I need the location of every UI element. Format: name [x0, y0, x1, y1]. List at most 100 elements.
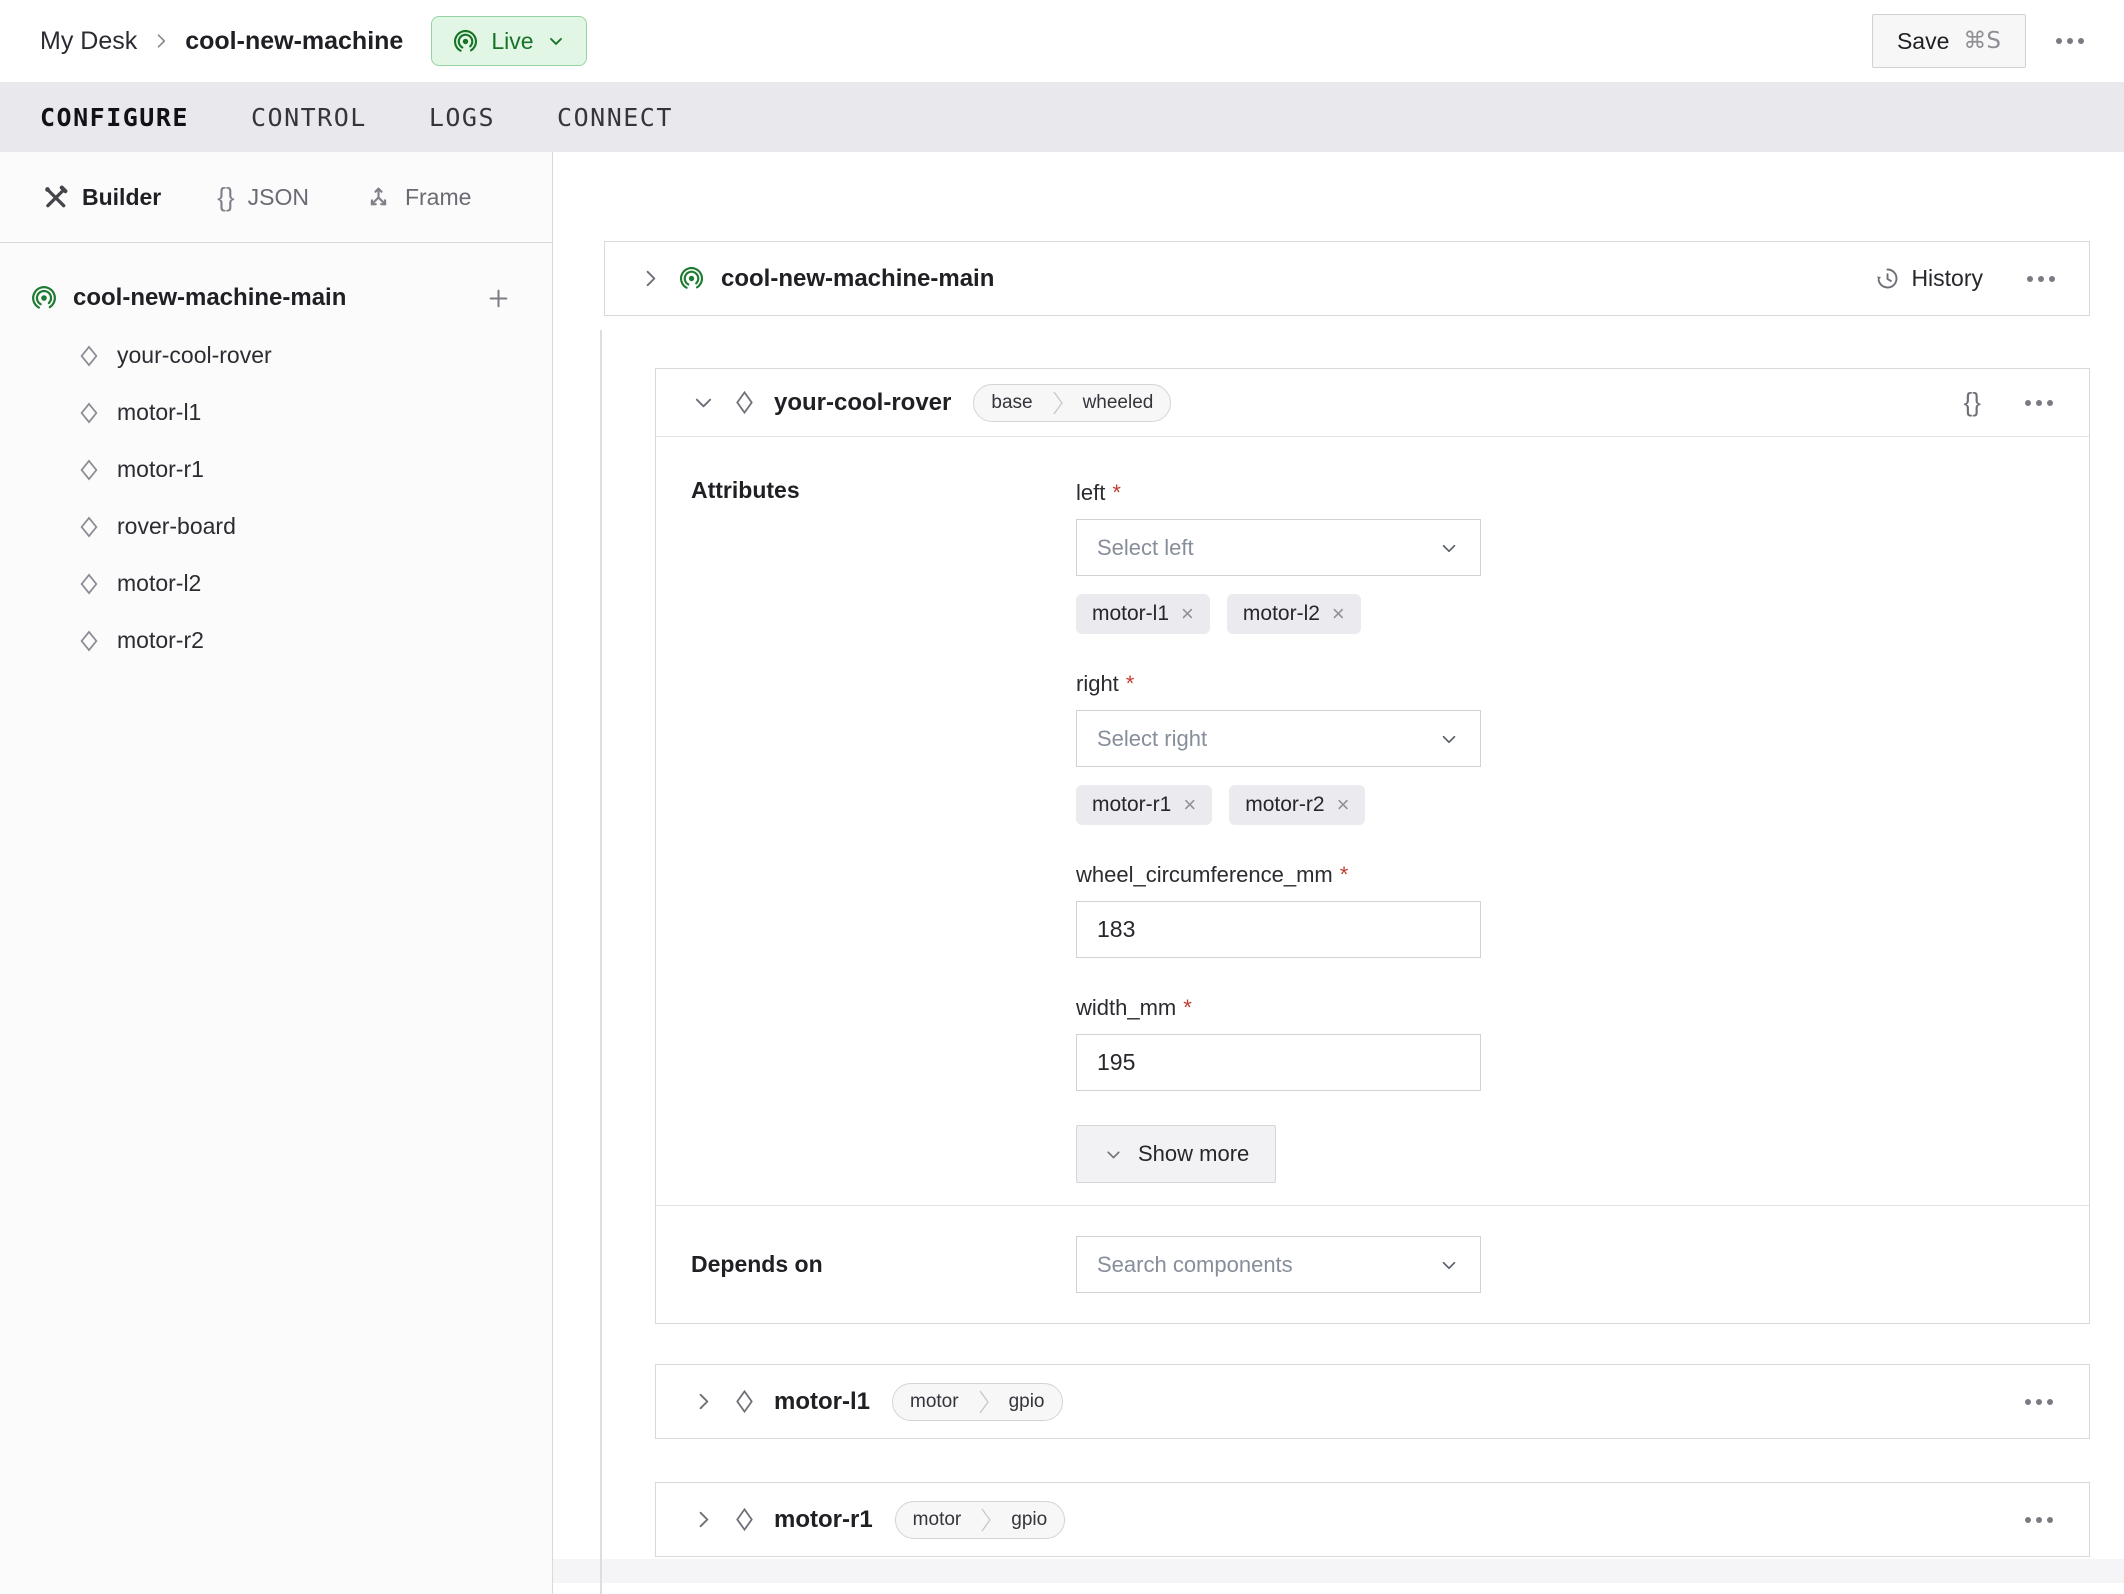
mode-json[interactable]: {} JSON: [217, 184, 309, 211]
mode-frame-label: Frame: [404, 183, 472, 210]
broadcast-icon: [678, 265, 705, 292]
live-status-dropdown[interactable]: Live: [431, 16, 587, 66]
tab-configure[interactable]: CONFIGURE: [40, 103, 189, 132]
component-card-your-cool-rover: your-cool-rover base wheeled {} Attribut…: [655, 368, 2090, 1324]
topbar-actions: Save ⌘S: [1871, 14, 2084, 68]
mode-frame[interactable]: Frame: [365, 184, 471, 211]
collapse-component-button[interactable]: [692, 391, 715, 414]
show-more-button[interactable]: Show more: [1076, 1125, 1277, 1183]
chip-label: motor-l1: [1092, 602, 1170, 625]
chip-motor-l2: motor-l2 ×: [1226, 594, 1361, 634]
depends-on-select[interactable]: Search components: [1076, 1236, 1481, 1293]
depends-on-section: Depends on Search components: [656, 1205, 2089, 1323]
ellipsis-icon: [2025, 1516, 2053, 1523]
component-type-tags: motor gpio: [892, 1382, 1063, 1421]
view-mode-switcher: Builder {} JSON Frame: [0, 152, 552, 243]
component-diamond-icon: [731, 1506, 758, 1533]
wheel-circumference-input[interactable]: [1076, 901, 1481, 958]
tree-item-label: rover-board: [117, 513, 236, 539]
edit-json-button[interactable]: {}: [1964, 387, 1981, 418]
required-asterisk: *: [1125, 671, 1135, 696]
tag-base: base: [991, 391, 1033, 413]
attributes-form: left * Select left motor-l1 × motor-l2 ×…: [1076, 477, 1481, 1183]
tree-item-label: motor-r1: [117, 456, 204, 482]
tag-gpio: gpio: [1008, 1390, 1045, 1412]
expand-part-button[interactable]: [639, 267, 662, 290]
tree-item-rover-board[interactable]: rover-board: [0, 498, 552, 555]
remove-chip-icon[interactable]: ×: [1332, 603, 1345, 625]
tree-item-your-cool-rover[interactable]: your-cool-rover: [0, 327, 552, 384]
remove-chip-icon[interactable]: ×: [1181, 603, 1194, 625]
component-card-motor-r1: motor-r1 motor gpio: [655, 1482, 2090, 1557]
breadcrumb-parent-link[interactable]: My Desk: [40, 27, 137, 56]
component-diamond-icon: [76, 514, 102, 540]
tree-item-motor-r2[interactable]: motor-r2: [0, 612, 552, 669]
expand-component-button[interactable]: [692, 1508, 715, 1531]
select-placeholder: Select left: [1097, 534, 1194, 560]
component-diamond-icon: [76, 571, 102, 597]
chip-motor-r2: motor-r2 ×: [1229, 785, 1366, 825]
mode-builder-label: Builder: [82, 183, 162, 210]
tab-connect[interactable]: CONNECT: [557, 103, 673, 132]
tree-item-motor-l1[interactable]: motor-l1: [0, 384, 552, 441]
component-diamond-icon: [731, 389, 758, 416]
show-more-label: Show more: [1138, 1141, 1250, 1166]
broadcast-icon: [452, 28, 479, 55]
part-card-menu-button[interactable]: [2027, 275, 2055, 282]
add-component-button[interactable]: [485, 285, 512, 312]
tree-item-label: motor-l1: [117, 399, 202, 425]
scroll-boundary-strip: [553, 1559, 2124, 1583]
history-button[interactable]: History: [1874, 265, 1983, 292]
component-menu-button[interactable]: [2025, 399, 2053, 406]
component-type-tags: motor gpio: [894, 1500, 1066, 1539]
live-label: Live: [491, 27, 534, 54]
mode-builder[interactable]: Builder: [42, 184, 161, 211]
component-title: motor-l1: [774, 1387, 870, 1415]
tag-motor: motor: [912, 1508, 962, 1530]
ellipsis-icon: [2025, 399, 2053, 406]
ellipsis-icon: [2056, 38, 2084, 44]
tag-divider-icon: [1050, 385, 1066, 421]
ellipsis-icon: [2025, 1398, 2053, 1405]
component-card-motor-l1: motor-l1 motor gpio: [655, 1364, 2090, 1439]
width-input[interactable]: [1076, 1034, 1481, 1091]
tree-root-machine-part[interactable]: cool-new-machine-main: [0, 269, 552, 327]
tab-logs[interactable]: LOGS: [429, 103, 495, 132]
field-width: width_mm *: [1076, 992, 1481, 1091]
component-menu-button[interactable]: [2025, 1516, 2053, 1523]
tools-icon: [42, 184, 69, 211]
tree-item-label: motor-l2: [117, 570, 202, 596]
tag-divider-icon: [976, 1384, 992, 1420]
ellipsis-icon: [2027, 275, 2055, 282]
field-right: right * Select right motor-r1 × motor-r2…: [1076, 668, 1481, 825]
required-asterisk: *: [1183, 995, 1192, 1020]
topbar-overflow-menu-button[interactable]: [2056, 38, 2084, 44]
save-shortcut: ⌘S: [1963, 28, 2001, 54]
tag-gpio: gpio: [1011, 1508, 1048, 1530]
component-menu-button[interactable]: [2025, 1398, 2053, 1405]
tree-item-motor-l2[interactable]: motor-l2: [0, 555, 552, 612]
select-placeholder: Search components: [1097, 1251, 1293, 1277]
broadcast-icon: [30, 284, 58, 312]
mode-json-label: JSON: [247, 183, 309, 210]
chevron-down-icon: [1438, 728, 1460, 750]
machine-tabbar: CONFIGURE CONTROL LOGS CONNECT: [0, 82, 2124, 152]
save-button[interactable]: Save ⌘S: [1871, 14, 2026, 68]
field-label-text: width_mm: [1076, 995, 1177, 1020]
chevron-down-icon: [1438, 1254, 1460, 1276]
tag-motor: motor: [910, 1390, 959, 1412]
expand-component-button[interactable]: [692, 1390, 715, 1413]
right-motor-select[interactable]: Select right: [1076, 710, 1481, 767]
topbar: My Desk cool-new-machine Live Save ⌘S: [0, 0, 2124, 82]
chip-motor-r1: motor-r1 ×: [1076, 785, 1213, 825]
left-motor-select[interactable]: Select left: [1076, 519, 1481, 576]
config-main-panel: cool-new-machine-main History your-cool-…: [553, 152, 2124, 1594]
tree-item-label: your-cool-rover: [117, 342, 272, 368]
chip-label: motor-r1: [1092, 793, 1172, 816]
tree-item-motor-r1[interactable]: motor-r1: [0, 441, 552, 498]
remove-chip-icon[interactable]: ×: [1183, 794, 1196, 816]
tag-divider-icon: [978, 1502, 994, 1538]
components-group: your-cool-rover base wheeled {} Attribut…: [553, 368, 2124, 1583]
remove-chip-icon[interactable]: ×: [1337, 794, 1350, 816]
tab-control[interactable]: CONTROL: [251, 103, 367, 132]
